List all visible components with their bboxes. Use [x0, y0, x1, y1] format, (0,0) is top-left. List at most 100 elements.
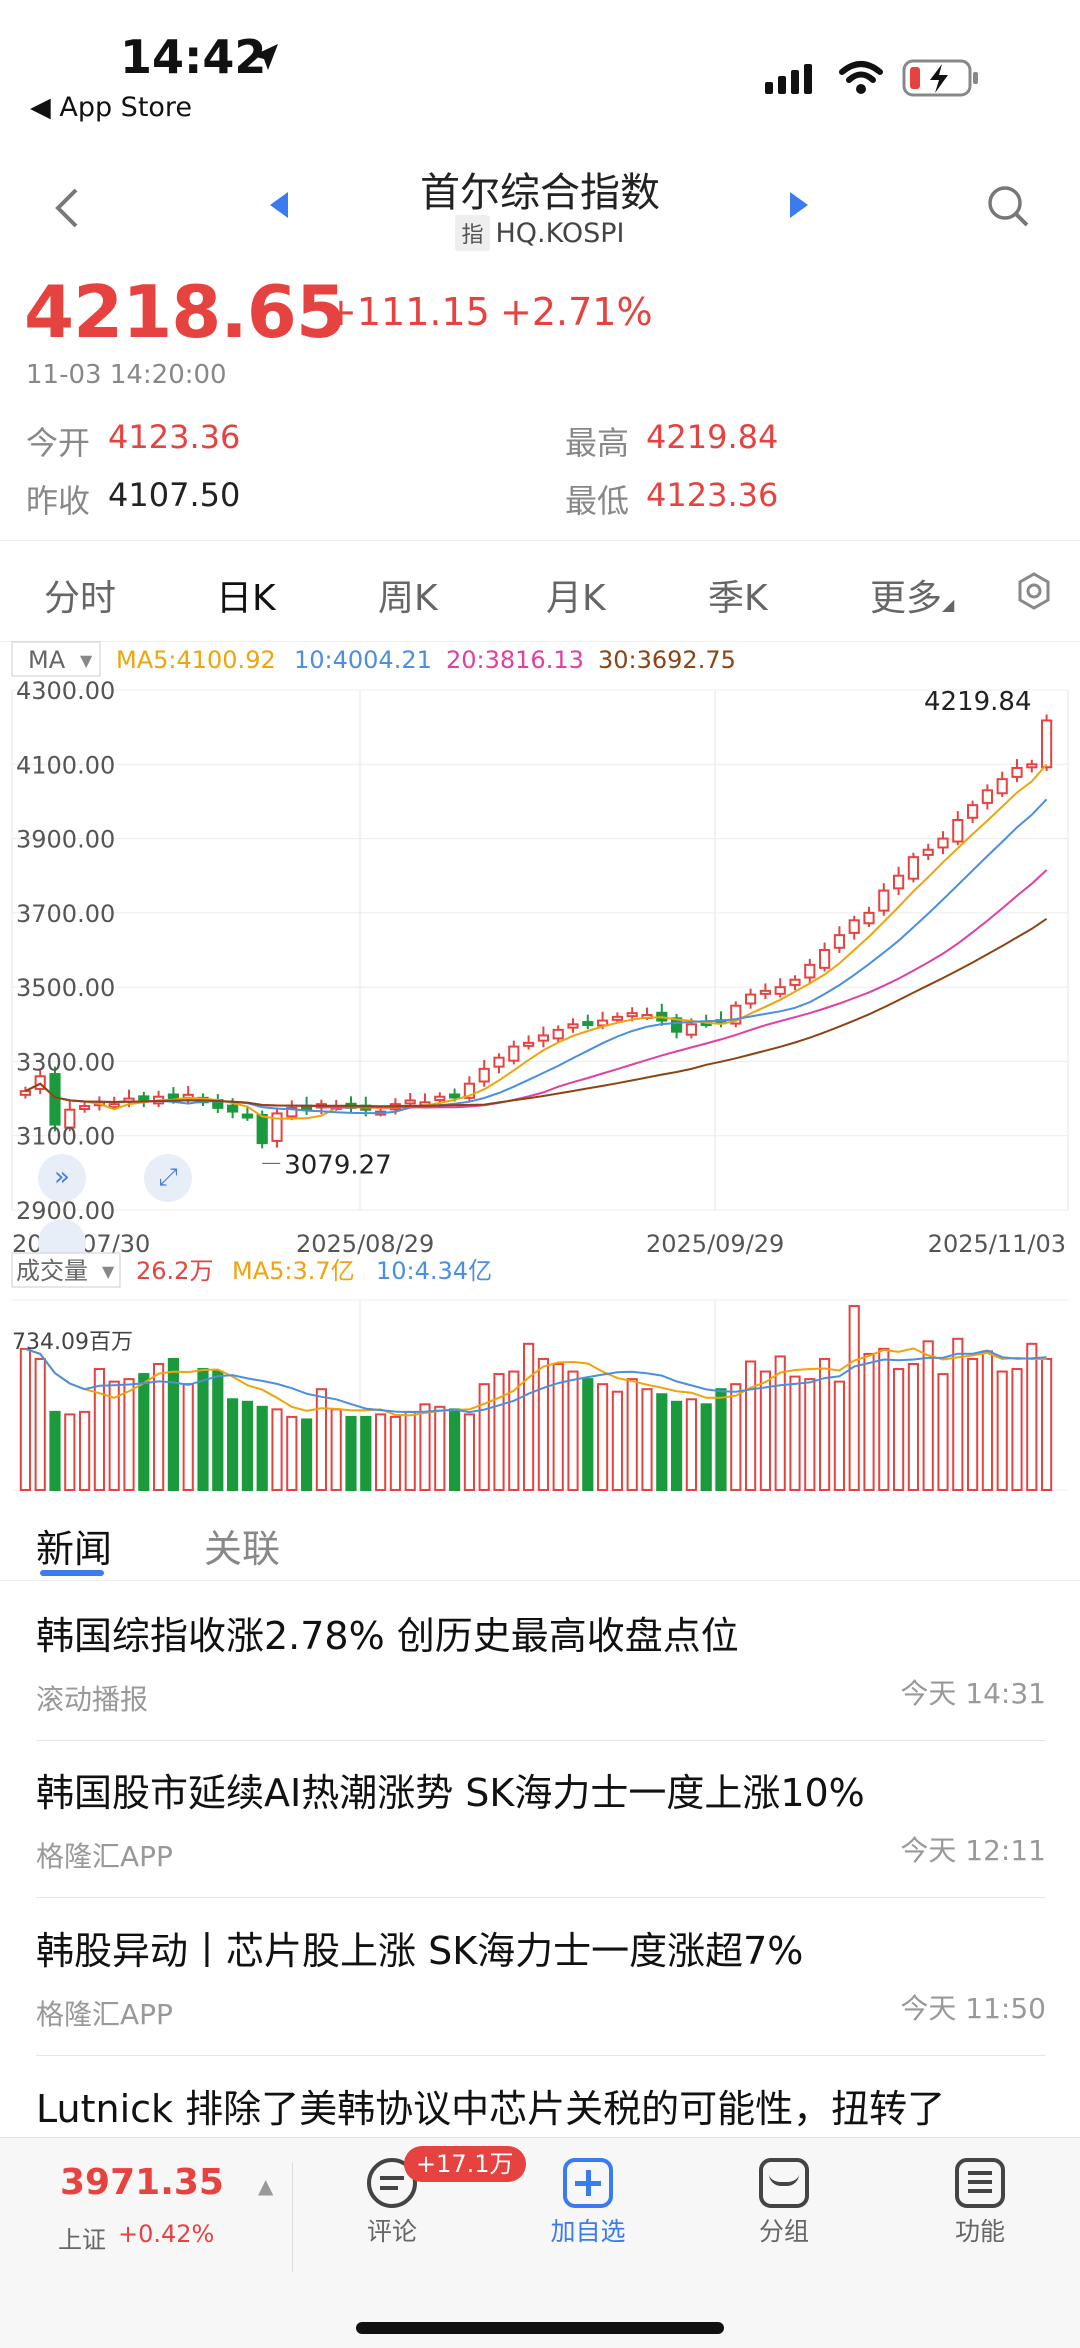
candle-body	[523, 1041, 535, 1047]
volume-bar	[182, 1383, 194, 1491]
volume-bar	[256, 1405, 268, 1492]
news-item[interactable]: Lutnick 排除了美韩协议中芯片关税的可能性，扭转了	[36, 2078, 1046, 2138]
volume-bar	[49, 1410, 61, 1491]
tab-related[interactable]: 关联	[204, 1518, 280, 1573]
volume-bar	[893, 1368, 905, 1492]
bottom-index-value[interactable]: 3971.35	[60, 2162, 224, 2203]
volume-bars	[19, 1305, 1053, 1492]
volume-bar	[878, 1347, 890, 1491]
ma-lines	[24, 763, 1048, 1120]
volume-bar	[197, 1368, 209, 1492]
candle-body	[241, 1113, 253, 1119]
candle-body	[49, 1073, 61, 1126]
add-watchlist-button[interactable]: 加自选	[518, 2158, 658, 2248]
signal-icon	[765, 64, 812, 94]
fullscreen-icon[interactable]: ⤢	[144, 1154, 192, 1202]
tab-news[interactable]: 新闻	[36, 1518, 112, 1573]
candle-body	[789, 978, 801, 986]
volume-bar	[1011, 1368, 1023, 1492]
news-time: 今天 11:50	[900, 1992, 1046, 2025]
tab-quarterly-k[interactable]: 季K	[708, 569, 768, 621]
volume-bar	[759, 1370, 771, 1491]
y-axis-labels: 4300.00 4100.00 3900.00 3700.00 3500.00 3300.…	[16, 677, 115, 1225]
candle-body	[804, 963, 816, 979]
ma10-line	[24, 798, 1048, 1115]
candle-body	[434, 1095, 446, 1102]
tab-monthly-k[interactable]: 月K	[546, 569, 606, 621]
volume-bar	[449, 1408, 461, 1492]
volume-bar	[508, 1370, 520, 1491]
group-icon	[759, 2158, 809, 2208]
candle-body	[19, 1090, 31, 1096]
volume-bar	[656, 1393, 668, 1491]
volume-bar	[241, 1400, 253, 1491]
news-time: 今天 14:31	[900, 1677, 1046, 1710]
volume-bar	[671, 1400, 683, 1491]
news-tab-indicator	[40, 1570, 104, 1576]
candle-body	[404, 1099, 416, 1105]
candle-body	[108, 1103, 120, 1109]
y-tick-label: 4100.00	[16, 751, 115, 779]
kline-chart[interactable]: MA ▼ MA5:4100.92 10:4004.21 20:3816.13 3…	[0, 635, 1080, 1495]
search-icon[interactable]	[986, 184, 1030, 230]
volume-bar	[597, 1383, 609, 1491]
news-title: 韩国综指收涨2.78% 创历史最高收盘点位	[36, 1614, 739, 1658]
candle-body	[537, 1034, 549, 1042]
news-item[interactable]: 韩国股市延续AI热潮涨势 SK海力士一度上涨10% 格隆汇APP 今天 12:1…	[36, 1762, 1046, 1898]
volume-bar	[922, 1340, 934, 1491]
volume-bar	[626, 1378, 638, 1492]
candle-body	[685, 1023, 697, 1036]
y-tick-label: 3900.00	[16, 826, 115, 854]
candle-body	[582, 1021, 594, 1027]
prev-close-label: 昨收	[26, 482, 91, 520]
tab-daily-k[interactable]: 日K	[216, 569, 276, 621]
tab-more-label: 更多	[870, 578, 943, 619]
ma5-label: MA5:4100.92	[116, 646, 276, 674]
min-price-label: 3079.27	[284, 1150, 392, 1180]
volume-bar	[981, 1350, 993, 1491]
candle-body	[79, 1105, 91, 1110]
function-label: 功能	[954, 2217, 1005, 2246]
ma30-label: 30:3692.75	[598, 646, 736, 674]
next-index-icon[interactable]	[786, 190, 810, 220]
candle-body	[893, 874, 905, 890]
volume-bar	[611, 1390, 623, 1491]
prev-close-value: 4107.50	[108, 476, 241, 514]
volume-legend: 成交量 ▼ 26.2万 MA5:3.7亿 10:4.34亿	[11, 1252, 492, 1288]
candle-body	[981, 789, 993, 804]
low-value: 4123.36	[646, 476, 779, 514]
back-to-app-store[interactable]: ◀ App Store	[30, 92, 192, 123]
volume-bar	[730, 1383, 742, 1491]
ma20-label: 20:3816.13	[446, 646, 584, 674]
bottom-bar: 3971.35 ▲ 上证 +0.42% 评论 +17.1万 加自选 分组 功能	[0, 2137, 1080, 2348]
expand-left-button-icon[interactable]: »	[38, 1154, 86, 1202]
period-tabs: 分时 日K 周K 月K 季K 更多◢	[0, 540, 1080, 642]
tab-weekly-k[interactable]: 周K	[378, 569, 438, 621]
tab-more[interactable]: 更多◢	[870, 569, 954, 621]
tab-intraday[interactable]: 分时	[44, 569, 116, 621]
chart-settings-icon[interactable]	[1014, 571, 1054, 611]
volume-bar	[434, 1405, 446, 1492]
group-button[interactable]: 分组	[714, 2158, 854, 2248]
y-tick-label: 3500.00	[16, 974, 115, 1002]
chart-grid	[11, 689, 1069, 1211]
current-price: 4218.65	[24, 270, 346, 354]
index-expand-icon[interactable]: ▲	[258, 2174, 273, 2198]
function-button[interactable]: 功能	[910, 2158, 1050, 2248]
volume-bar	[804, 1378, 816, 1492]
news-item[interactable]: 韩国综指收涨2.78% 创历史最高收盘点位 滚动播报 今天 14:31	[36, 1605, 1046, 1741]
candle-body	[626, 1012, 638, 1018]
page-title: 首尔综合指数	[420, 170, 660, 216]
news-title: Lutnick 排除了美韩协议中芯片关税的可能性，扭转了	[36, 2087, 946, 2131]
volume-bar	[1026, 1342, 1038, 1491]
candle-body	[774, 986, 786, 995]
volume-bar	[123, 1378, 135, 1492]
candle-body	[449, 1093, 461, 1099]
volume-bar	[286, 1415, 298, 1491]
candles	[19, 714, 1053, 1164]
news-item[interactable]: 韩股异动丨芯片股上涨 SK海力士一度涨超7% 格隆汇APP 今天 11:50	[36, 1920, 1046, 2056]
ma20-line	[24, 869, 1048, 1109]
menu-icon	[955, 2158, 1005, 2208]
volume-label: 成交量	[16, 1257, 88, 1285]
volume-selector-caret: ▼	[102, 1262, 115, 1281]
